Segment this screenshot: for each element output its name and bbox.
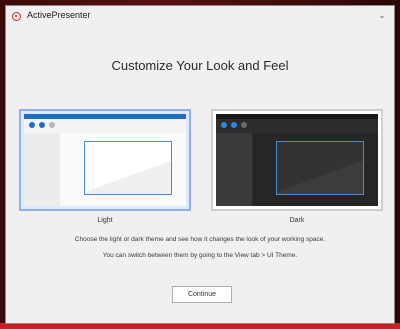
dark-theme-preview: [216, 114, 378, 206]
preview-dot-icon: [241, 122, 247, 128]
theme-label-light: Light: [97, 217, 113, 224]
window-title: ActivePresenter: [27, 10, 91, 20]
page-title: Customize Your Look and Feel: [111, 58, 289, 73]
dialog-window: ActivePresenter ⌄ Customize Your Look an…: [5, 5, 395, 324]
preview-slide: [84, 141, 172, 195]
chevron-down-icon[interactable]: ⌄: [375, 9, 389, 23]
description-line-1: Choose the light or dark theme and see h…: [74, 236, 326, 243]
preview-dot-icon: [221, 122, 227, 128]
light-theme-preview: [24, 114, 186, 206]
continue-button[interactable]: Continue: [172, 286, 232, 303]
preview-dot-icon: [29, 122, 35, 128]
activepresenter-logo-icon: [12, 12, 21, 21]
theme-option-dark[interactable]: [211, 109, 383, 211]
preview-dot-icon: [231, 122, 237, 128]
title-bar: ActivePresenter ⌄: [6, 6, 394, 28]
theme-label-dark: Dark: [289, 217, 305, 224]
description-line-2: You can switch between them by going to …: [102, 252, 298, 259]
preview-slide: [276, 141, 364, 195]
preview-dot-icon: [39, 122, 45, 128]
theme-option-light[interactable]: [19, 109, 191, 211]
preview-dot-icon: [49, 122, 55, 128]
